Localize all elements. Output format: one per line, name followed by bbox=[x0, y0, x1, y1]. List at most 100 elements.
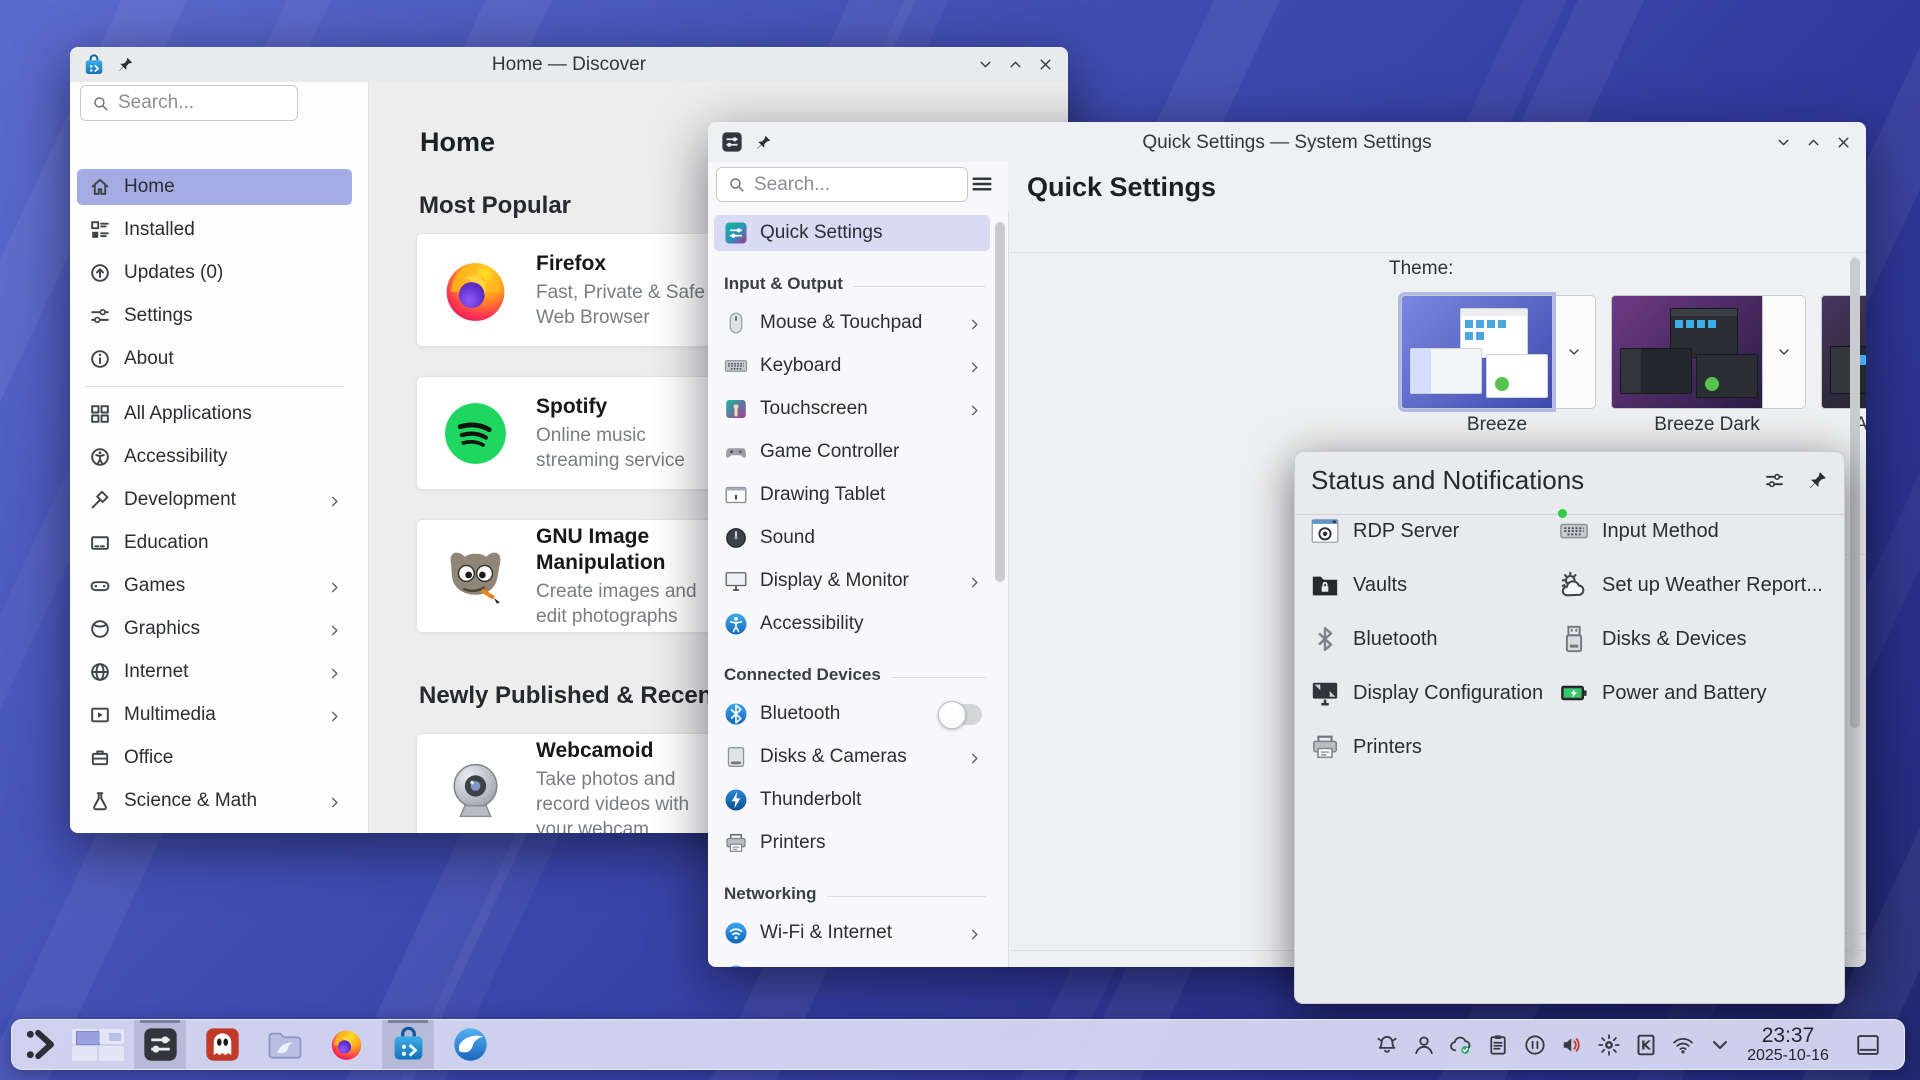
sidebar-item-touchscreen[interactable]: Touchscreen bbox=[714, 391, 990, 427]
popup-item-printers[interactable]: Printers bbox=[1310, 732, 1422, 762]
maximize-icon[interactable] bbox=[1007, 56, 1024, 78]
task-dolphin[interactable] bbox=[258, 1020, 310, 1069]
digital-clock[interactable]: 23:37 2025-10-16 bbox=[1736, 1024, 1840, 1065]
user-tray-icon[interactable] bbox=[1412, 1033, 1436, 1057]
theme-dropdown-breeze[interactable] bbox=[1553, 295, 1596, 409]
media-player-tray-icon[interactable] bbox=[1523, 1033, 1547, 1057]
theme-preview-breeze[interactable] bbox=[1401, 295, 1553, 409]
popup-item-bluetooth[interactable]: Bluetooth bbox=[1310, 624, 1438, 654]
popup-item-vaults[interactable]: Vaults bbox=[1310, 570, 1407, 600]
sidebar-item-disks-cameras[interactable]: Disks & Cameras bbox=[714, 739, 990, 775]
app-launcher-button[interactable] bbox=[18, 1020, 62, 1069]
ctrl-icon bbox=[724, 440, 748, 464]
cloud-sync-tray-icon[interactable] bbox=[1449, 1033, 1473, 1057]
minimize-icon[interactable] bbox=[1775, 134, 1792, 156]
minimize-icon[interactable] bbox=[977, 56, 994, 78]
desktop-cell[interactable] bbox=[72, 1029, 97, 1044]
desktop-cell[interactable] bbox=[99, 1046, 124, 1061]
popup-item-rdp-server[interactable]: RDP Server bbox=[1310, 516, 1459, 546]
keyboard-layout-tray-icon[interactable] bbox=[1634, 1033, 1658, 1057]
configure-icon[interactable] bbox=[1764, 470, 1785, 496]
desktop-cell[interactable] bbox=[72, 1046, 97, 1061]
sidebar-item-wi-fi-internet[interactable]: Wi-Fi & Internet bbox=[714, 915, 990, 951]
pin-icon[interactable] bbox=[1807, 470, 1828, 496]
sidebar-item-education[interactable]: Education bbox=[77, 525, 352, 561]
clipboard-tray-icon[interactable] bbox=[1486, 1033, 1510, 1057]
virtual-desktop-pager[interactable] bbox=[72, 1020, 124, 1069]
popup-item-disks-devices[interactable]: Disks & Devices bbox=[1559, 624, 1746, 654]
settings-search-input[interactable]: Search... bbox=[716, 167, 968, 202]
discover-titlebar[interactable]: Home — Discover bbox=[70, 47, 1068, 82]
maximize-icon[interactable] bbox=[1805, 134, 1822, 156]
sidebar-item-system[interactable]: System bbox=[77, 826, 352, 833]
sidebar-item-label: Settings bbox=[124, 305, 342, 327]
notifications-tray-icon[interactable] bbox=[1375, 1033, 1399, 1057]
sidebar-item-sound[interactable]: Sound bbox=[714, 520, 990, 556]
volume-tray-icon[interactable] bbox=[1560, 1033, 1584, 1057]
theme-option-breeze-dark[interactable] bbox=[1611, 295, 1806, 407]
sidebar-item-thunderbolt[interactable]: Thunderbolt bbox=[714, 782, 990, 818]
sidebar-item-mouse-touchpad[interactable]: Mouse & Touchpad bbox=[714, 305, 990, 341]
sidebar-item-label: Internet bbox=[124, 661, 314, 683]
popup-item-display-configuration[interactable]: Display Configuration bbox=[1310, 678, 1543, 708]
close-icon[interactable] bbox=[1835, 134, 1852, 156]
popup-item-power-and-battery[interactable]: Power and Battery bbox=[1559, 678, 1767, 708]
theme-option-breeze[interactable] bbox=[1401, 295, 1596, 407]
desktop-cell[interactable] bbox=[99, 1029, 124, 1044]
batt-icon bbox=[1559, 678, 1589, 708]
sidebar-item-home[interactable]: Home bbox=[77, 169, 352, 205]
pin-icon[interactable] bbox=[117, 56, 134, 73]
scrollbar-thumb[interactable] bbox=[1850, 258, 1860, 728]
pin-icon[interactable] bbox=[755, 134, 772, 151]
sidebar-item-development[interactable]: Development bbox=[77, 482, 352, 518]
sidebar-item-all-applications[interactable]: All Applications bbox=[77, 396, 352, 432]
content-scrollbar[interactable] bbox=[1850, 256, 1860, 959]
popup-item-set-up-weather-report[interactable]: Set up Weather Report... bbox=[1559, 570, 1823, 600]
sidebar-item-accessibility[interactable]: Accessibility bbox=[77, 439, 352, 475]
sidebar-item-settings[interactable]: Settings bbox=[77, 298, 352, 334]
popup-item-input-method[interactable]: Input Method bbox=[1559, 516, 1719, 546]
task-discover[interactable] bbox=[382, 1020, 434, 1069]
sidebar-item-online-accounts[interactable]: Online Accounts bbox=[714, 958, 990, 967]
close-icon[interactable] bbox=[1037, 56, 1054, 78]
settings-titlebar[interactable]: Quick Settings — System Settings bbox=[708, 122, 1866, 162]
show-desktop-button[interactable] bbox=[1852, 1029, 1884, 1061]
virtual-desktop-grid[interactable] bbox=[72, 1029, 124, 1061]
task-ghostwriter[interactable] bbox=[196, 1020, 248, 1069]
scrollbar-thumb[interactable] bbox=[995, 222, 1005, 582]
bluetooth-toggle[interactable] bbox=[940, 704, 982, 725]
sidebar-item-printers[interactable]: Printers bbox=[714, 825, 990, 861]
expand-tray-arrow[interactable] bbox=[1708, 1033, 1732, 1057]
task-falkon[interactable] bbox=[444, 1020, 496, 1069]
section-header-label: Connected Devices bbox=[724, 665, 881, 685]
sidebar-item-multimedia[interactable]: Multimedia bbox=[77, 697, 352, 733]
sidebar-item-game-controller[interactable]: Game Controller bbox=[714, 434, 990, 470]
sidebar-item-label: Thunderbolt bbox=[760, 789, 982, 811]
network-tray-icon[interactable] bbox=[1671, 1033, 1695, 1057]
sidebar-item-bluetooth[interactable]: Bluetooth bbox=[714, 696, 990, 732]
task-system-settings[interactable] bbox=[134, 1020, 186, 1069]
sidebar-item-games[interactable]: Games bbox=[77, 568, 352, 604]
brightness-tray-icon[interactable] bbox=[1597, 1033, 1621, 1057]
sidebar-item-installed[interactable]: Installed bbox=[77, 212, 352, 248]
flask-icon bbox=[89, 790, 111, 812]
sidebar-item-accessibility[interactable]: Accessibility bbox=[714, 606, 990, 642]
sidebar-item-science-math[interactable]: Science & Math bbox=[77, 783, 352, 819]
sidebar-item-quick-settings[interactable]: Quick Settings bbox=[714, 215, 990, 251]
theme-preview-breeze-dark[interactable] bbox=[1611, 295, 1763, 409]
sidebar-item-display-monitor[interactable]: Display & Monitor bbox=[714, 563, 990, 599]
toggle-knob[interactable] bbox=[938, 701, 966, 729]
bt-icon bbox=[724, 702, 748, 726]
sidebar-item-drawing-tablet[interactable]: Drawing Tablet bbox=[714, 477, 990, 513]
discover-search-input[interactable]: Search... bbox=[80, 85, 298, 121]
sidebar-item-keyboard[interactable]: Keyboard bbox=[714, 348, 990, 384]
hamburger-menu-icon[interactable] bbox=[970, 172, 994, 196]
sidebar-item-updates-0[interactable]: Updates (0) bbox=[77, 255, 352, 291]
task-firefox[interactable] bbox=[320, 1020, 372, 1069]
sidebar-item-office[interactable]: Office bbox=[77, 740, 352, 776]
sidebar-item-internet[interactable]: Internet bbox=[77, 654, 352, 690]
sidebar-item-graphics[interactable]: Graphics bbox=[77, 611, 352, 647]
settings-sidebar-scrollbar[interactable] bbox=[995, 222, 1005, 722]
theme-dropdown-breeze-dark[interactable] bbox=[1763, 295, 1806, 409]
sidebar-item-about[interactable]: About bbox=[77, 341, 352, 377]
